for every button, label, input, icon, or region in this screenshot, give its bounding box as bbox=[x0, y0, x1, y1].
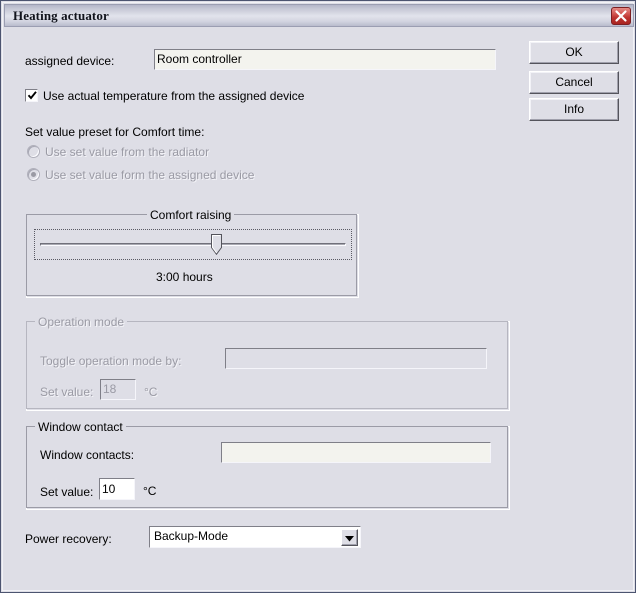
radio-use-set-value-from-radiator-label: Use set value from the radiator bbox=[45, 145, 210, 159]
toggle-operation-mode-label: Toggle operation mode by: bbox=[40, 354, 182, 368]
chevron-down-glyph bbox=[345, 536, 354, 542]
window-contact-unit-label: °C bbox=[143, 484, 157, 498]
slider-track bbox=[40, 243, 346, 246]
use-actual-temperature-label: Use actual temperature from the assigned… bbox=[43, 89, 305, 103]
comfort-raising-value: 3:00 hours bbox=[156, 270, 213, 284]
power-recovery-select[interactable]: Backup-Mode bbox=[149, 526, 361, 548]
operation-mode-set-value-label: Set value: bbox=[40, 385, 94, 399]
radio-use-set-value-from-radiator[interactable] bbox=[27, 145, 40, 158]
window-title: Heating actuator bbox=[13, 8, 109, 23]
power-recovery-label: Power recovery: bbox=[25, 532, 112, 546]
window-contact-set-value-label: Set value: bbox=[40, 485, 94, 499]
chevron-down-icon[interactable] bbox=[341, 529, 358, 546]
slider-thumb[interactable] bbox=[211, 234, 222, 256]
operation-mode-unit-label: °C bbox=[144, 385, 158, 399]
heating-actuator-dialog: Heating actuator OK Cancel Info assigned… bbox=[0, 0, 636, 593]
radio-selected-dot bbox=[31, 172, 36, 177]
close-x-glyph bbox=[615, 10, 627, 22]
assigned-device-field[interactable]: Room controller bbox=[154, 49, 496, 70]
operation-mode-set-value-field[interactable]: 18 bbox=[100, 379, 136, 400]
close-icon[interactable] bbox=[611, 7, 631, 25]
cancel-button[interactable]: Cancel bbox=[529, 71, 619, 94]
title-bar: Heating actuator bbox=[4, 4, 634, 27]
power-recovery-selected-value: Backup-Mode bbox=[154, 529, 229, 543]
assigned-device-label: assigned device: bbox=[25, 54, 115, 68]
operation-mode-title: Operation mode bbox=[35, 315, 128, 329]
radio-use-set-value-from-assigned-device-label: Use set value form the assigned device bbox=[45, 168, 255, 182]
comfort-raising-slider[interactable] bbox=[34, 229, 352, 260]
slider-thumb-glyph bbox=[211, 234, 222, 256]
window-contacts-label: Window contacts: bbox=[40, 448, 135, 462]
toggle-operation-mode-field[interactable] bbox=[225, 348, 487, 369]
use-actual-temperature-checkbox[interactable] bbox=[25, 89, 38, 102]
window-contact-title: Window contact bbox=[35, 420, 126, 434]
window-contact-set-value-field[interactable]: 10 bbox=[99, 478, 135, 500]
radio-use-set-value-from-assigned-device[interactable] bbox=[27, 168, 40, 181]
info-button[interactable]: Info bbox=[529, 98, 619, 121]
window-contacts-field[interactable] bbox=[221, 442, 491, 463]
ok-button[interactable]: OK bbox=[529, 41, 619, 64]
comfort-raising-title: Comfort raising bbox=[147, 208, 235, 222]
checkmark-icon bbox=[27, 91, 37, 100]
set-value-preset-heading: Set value preset for Comfort time: bbox=[25, 125, 205, 139]
